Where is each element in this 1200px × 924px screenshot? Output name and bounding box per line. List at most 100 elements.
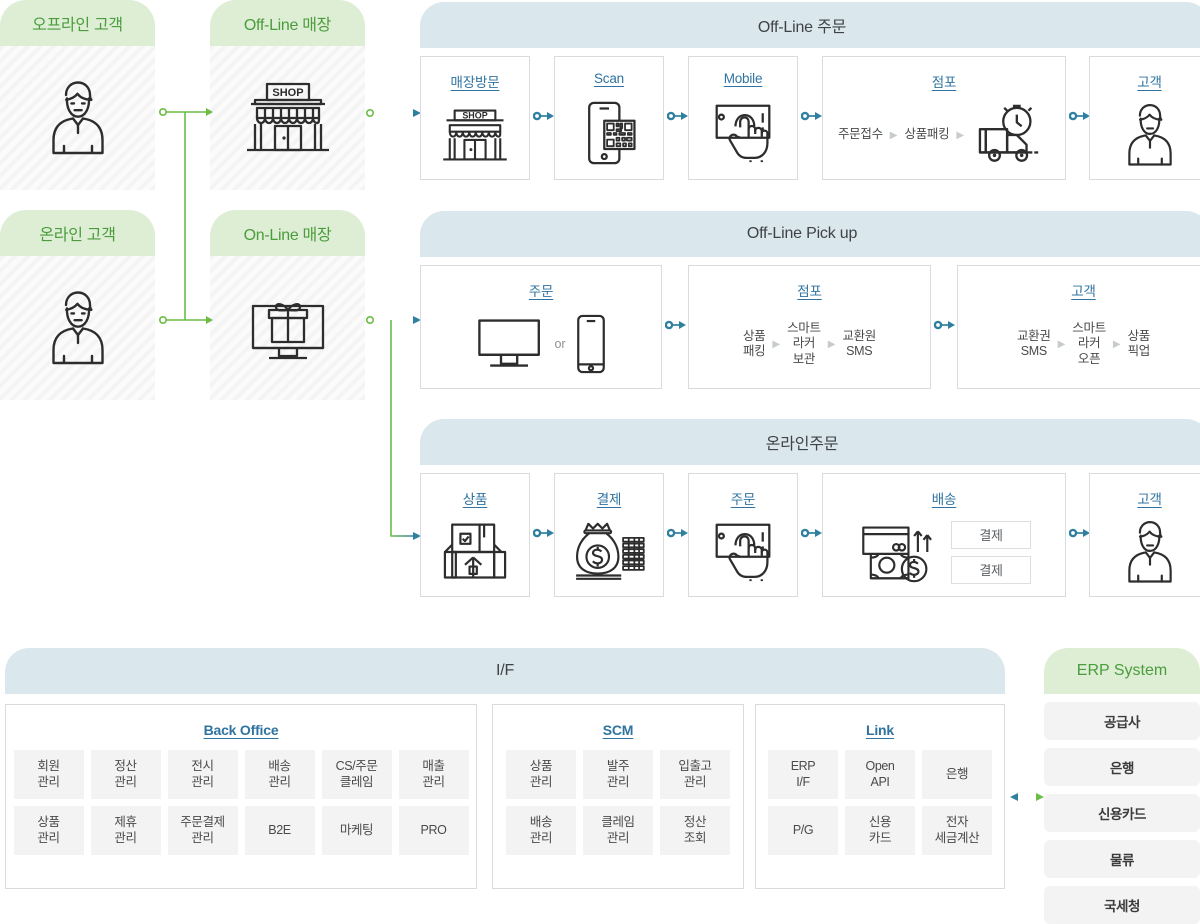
step-connector: [801, 109, 823, 123]
flow-box-mobile[interactable]: Mobile: [688, 56, 798, 180]
section-header-interface: I/F: [5, 648, 1005, 694]
payment-pill[interactable]: 결제: [951, 555, 1031, 584]
if-cell[interactable]: Open API: [845, 750, 915, 799]
if-cell[interactable]: 제휴 관리: [90, 806, 161, 855]
flow-box-caption: 배송: [931, 492, 957, 507]
step-connector: [667, 109, 689, 123]
step-arrow-icon: ▶: [1057, 338, 1066, 350]
if-cell[interactable]: B2E: [244, 806, 315, 855]
section-title: Off-Line 주문: [757, 19, 847, 36]
sub-step: 주문접수: [837, 127, 883, 142]
if-cell[interactable]: 주문결제 관리: [167, 806, 238, 855]
if-cell[interactable]: 전시 관리: [167, 750, 238, 799]
delivery-truck-clock-icon: [978, 104, 1039, 162]
sub-step: 상품 패킹: [742, 328, 766, 358]
or-label: or: [554, 337, 566, 351]
flow-box-customer-pickup[interactable]: 고객 교환권 SMS ▶ 스마트 라커 오픈 ▶ 상품 픽업: [957, 265, 1200, 389]
if-cell[interactable]: 전자 세금계산: [922, 806, 992, 855]
if-cell[interactable]: 배송 관리: [506, 806, 576, 855]
flow-box-caption: 점포: [797, 284, 822, 299]
if-cell[interactable]: 배송 관리: [244, 750, 315, 799]
flow-box-caption: 상품: [462, 492, 488, 507]
payment-pill[interactable]: 결제: [951, 520, 1031, 549]
svg-text:SHOP: SHOP: [272, 87, 303, 99]
if-cell-grid: 상품 관리 발주 관리 입출고 관리 배송 관리 클레임 관리 정산 조회: [506, 750, 730, 855]
if-cell[interactable]: 회원 관리: [13, 750, 84, 799]
flow-box-caption: 고객: [1137, 75, 1162, 90]
if-group-title: SCM: [602, 722, 634, 738]
if-cell[interactable]: 신용 카드: [845, 806, 915, 855]
if-cell[interactable]: 매출 관리: [398, 750, 469, 799]
flow-box-icon-wrap: [689, 508, 797, 596]
flow-box-icon-wrap: [689, 86, 797, 179]
flow-box-icon-wrap: [555, 86, 663, 179]
flow-box-payment[interactable]: 결제: [554, 473, 664, 597]
step-connector: [801, 526, 823, 540]
if-cell[interactable]: 정산 관리: [90, 750, 161, 799]
if-cell[interactable]: 상품 관리: [13, 806, 84, 855]
if-cell[interactable]: 정산 조회: [660, 806, 730, 855]
erp-item-credit-card[interactable]: 신용카드: [1044, 794, 1200, 832]
section-header-online-order: 온라인주문: [420, 419, 1200, 465]
step-arrow-icon: ▶: [827, 338, 836, 350]
flow-box-icon-wrap: [421, 508, 529, 596]
person-icon: [1127, 104, 1172, 166]
if-cell[interactable]: ERP I/F: [768, 750, 838, 799]
if-cell[interactable]: 은행: [922, 750, 992, 799]
shop-front-icon: SHOP: [443, 109, 507, 161]
flow-box-caption: Mobile: [723, 71, 763, 86]
flow-box-delivery[interactable]: 배송 결제 결제: [822, 473, 1066, 597]
if-cell[interactable]: PRO: [398, 806, 469, 855]
flow-box-caption: 주문: [528, 284, 554, 299]
flow-box-scan[interactable]: Scan: [554, 56, 664, 180]
if-cell-grid: ERP I/F Open API 은행 P/G 신용 카드 전자 세금계산: [768, 750, 992, 855]
actor-card-offline-customer: 오프라인 고객: [0, 0, 155, 190]
payment-pill-group: 결제 결제: [951, 520, 1031, 584]
section-title: 온라인주문: [765, 436, 839, 453]
qr-scan-phone-icon: [588, 101, 636, 164]
step-arrow-icon: ▶: [1112, 338, 1121, 350]
flow-box-content: 주문접수 ▶ 상품패킹 ▶: [823, 91, 1065, 179]
flow-box-customer-offline[interactable]: 고객: [1089, 56, 1200, 180]
actor-icon-wrap: [0, 46, 155, 190]
erp-item-logistics[interactable]: 물류: [1044, 840, 1200, 878]
flow-box-product[interactable]: 상품: [420, 473, 530, 597]
erp-item-tax-office[interactable]: 국세청: [1044, 886, 1200, 924]
card-cash-icon: [862, 526, 932, 583]
flow-box-content: 결제 결제: [823, 508, 1065, 596]
if-group-title: Back Office: [203, 722, 279, 738]
step-arrow-icon: ▶: [956, 129, 965, 141]
section-title: Off-Line Pick up: [746, 225, 858, 242]
flow-box-store-visit[interactable]: 매장방문 SHOP: [420, 56, 530, 180]
gift-monitor-icon: [251, 303, 324, 360]
section-title: I/F: [495, 662, 515, 679]
sub-step-list: 주문접수 ▶ 상품패킹 ▶: [838, 127, 964, 142]
flow-box-store-locker[interactable]: 점포 상품 패킹 ▶ 스마트 라커 보관 ▶ 교환원 SMS: [688, 265, 931, 389]
flow-box-caption: 고객: [1137, 492, 1162, 507]
step-connector: [1069, 109, 1091, 123]
if-cell[interactable]: P/G: [768, 806, 838, 855]
if-cell[interactable]: 발주 관리: [583, 750, 653, 799]
if-cell[interactable]: 상품 관리: [506, 750, 576, 799]
flow-box-store-fulfillment[interactable]: 점포 주문접수 ▶ 상품패킹 ▶: [822, 56, 1066, 180]
erp-item-supplier[interactable]: 공급사: [1044, 702, 1200, 740]
shop-icon: SHOP: [246, 82, 329, 152]
actor-label-offline-store: Off-Line 매장: [210, 0, 365, 46]
if-cell[interactable]: 마케팅: [321, 806, 392, 855]
flow-box-order-online[interactable]: 주문: [688, 473, 798, 597]
flow-box-customer-online[interactable]: 고객: [1089, 473, 1200, 597]
sub-step: 교환원 SMS: [842, 328, 877, 358]
flow-box-order-device[interactable]: 주문 or: [420, 265, 662, 389]
flow-box-icon-wrap: [1090, 508, 1200, 596]
if-cell[interactable]: 클레임 관리: [583, 806, 653, 855]
flow-box-caption: 결제: [596, 492, 622, 507]
erp-item-bank[interactable]: 은행: [1044, 748, 1200, 786]
if-cell[interactable]: CS/주문 클레임: [321, 750, 392, 799]
if-cell[interactable]: 입출고 관리: [660, 750, 730, 799]
section-header-offline-pickup: Off-Line Pick up: [420, 211, 1200, 257]
if-group-back-office: Back Office 회원 관리 정산 관리 전시 관리 배송 관리 CS/주…: [5, 704, 477, 889]
connector-online-store-to-rows: [365, 311, 423, 546]
section-header-offline-order: Off-Line 주문: [420, 2, 1200, 48]
step-connector: [934, 318, 956, 332]
actor-label-offline-customer: 오프라인 고객: [0, 0, 155, 46]
